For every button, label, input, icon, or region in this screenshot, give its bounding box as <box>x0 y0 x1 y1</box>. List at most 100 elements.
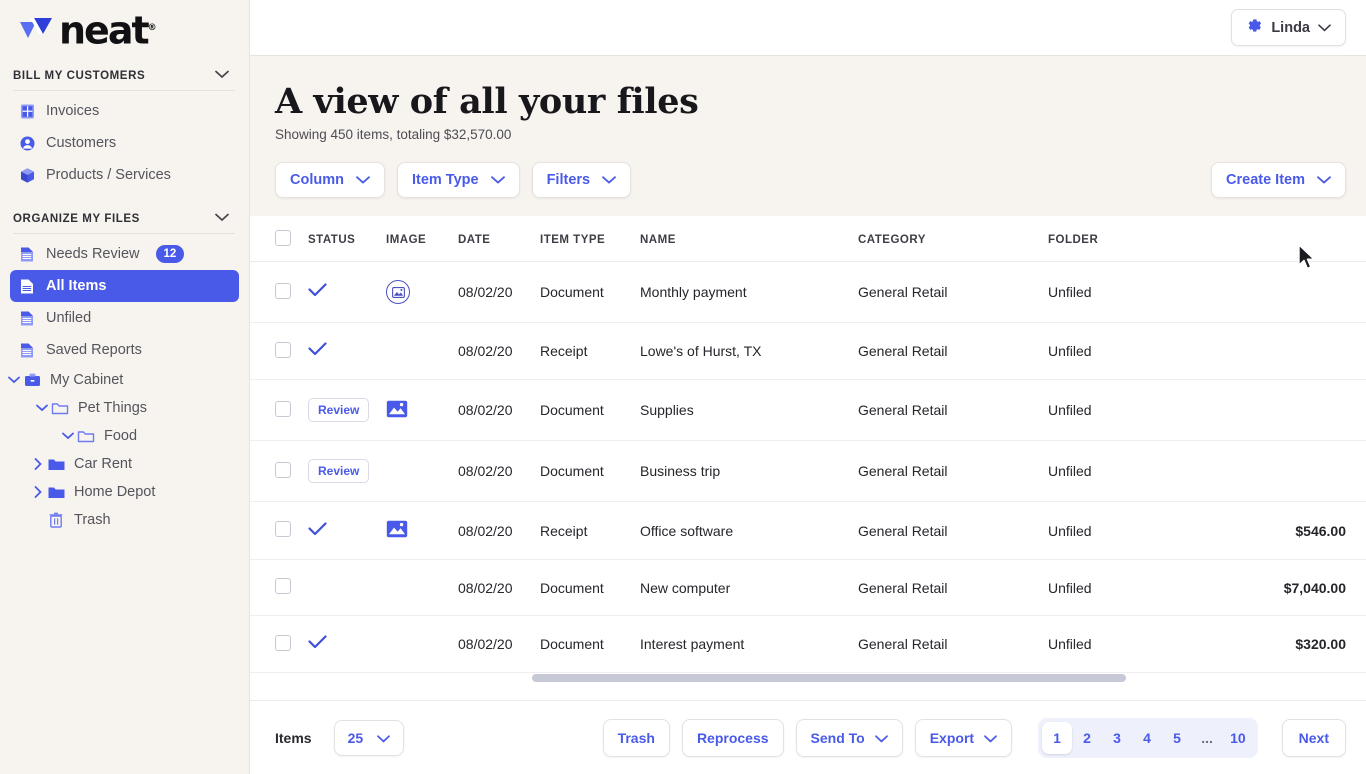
page-button-3[interactable]: 3 <box>1102 722 1132 754</box>
trash-button[interactable]: Trash <box>603 719 670 757</box>
sidebar-item-unfiled[interactable]: Unfiled <box>10 302 239 334</box>
sidebar-tree-pet-things[interactable]: Pet Things <box>0 394 249 422</box>
column-header-category[interactable]: CATEGORY <box>858 216 1048 262</box>
row-amount-cell: $7,040.00 <box>1208 560 1366 616</box>
page-button-1[interactable]: 1 <box>1042 722 1072 754</box>
sidebar-item-invoices[interactable]: Invoices <box>10 95 239 127</box>
row-name-cell[interactable]: Supplies <box>640 380 858 441</box>
row-checkbox[interactable] <box>275 635 291 651</box>
app-root: neat® BILL MY CUSTOMERS Invoices Custome… <box>0 0 1366 774</box>
sidebar-tree-car-rent[interactable]: Car Rent <box>0 450 249 478</box>
table-row[interactable]: 08/02/20 Document Interest payment Gener… <box>250 616 1366 673</box>
sidebar-item-all-items[interactable]: All Items <box>10 270 239 302</box>
row-checkbox[interactable] <box>275 521 291 537</box>
sidebar-divider <box>13 90 235 91</box>
row-item-type-cell: Document <box>540 380 640 441</box>
chevron-down-icon[interactable] <box>6 376 22 384</box>
check-icon <box>308 634 327 653</box>
table-row[interactable]: Review 08/02/20 Document Supplies Genera… <box>250 380 1366 441</box>
row-select-cell <box>250 441 308 502</box>
next-page-button[interactable]: Next <box>1282 719 1346 757</box>
table-row[interactable]: Review 08/02/20 Document Business trip G… <box>250 441 1366 502</box>
table-row[interactable]: 08/02/20 Document New computer General R… <box>250 560 1366 616</box>
column-header-image[interactable]: IMAGE <box>386 216 458 262</box>
row-date-cell: 08/02/20 <box>458 616 540 673</box>
chevron-down-icon[interactable] <box>60 432 76 440</box>
sidebar-item-needs-review[interactable]: Needs Review 12 <box>10 238 239 270</box>
send-to-button[interactable]: Send To <box>796 719 903 757</box>
section-header-bill-my-customers[interactable]: BILL MY CUSTOMERS <box>0 56 249 88</box>
sidebar-item-label: Saved Reports <box>46 342 142 358</box>
row-checkbox[interactable] <box>275 342 291 358</box>
sidebar-tree-trash[interactable]: Trash <box>0 506 249 534</box>
sidebar-item-saved-reports[interactable]: Saved Reports <box>10 334 239 366</box>
column-header-name[interactable]: NAME <box>640 216 858 262</box>
row-checkbox[interactable] <box>275 401 291 417</box>
item-type-dropdown-button[interactable]: Item Type <box>397 162 520 198</box>
row-name-cell[interactable]: Monthly payment <box>640 262 858 323</box>
chevron-right-icon[interactable] <box>30 458 46 470</box>
page-size-select[interactable]: 25 <box>334 720 405 756</box>
chevron-down-icon[interactable] <box>215 213 229 225</box>
column-header-amount[interactable] <box>1208 216 1366 262</box>
column-header-status[interactable]: STATUS <box>308 216 386 262</box>
sidebar-tree-label: Trash <box>74 512 111 528</box>
sidebar-tree-food[interactable]: Food <box>0 422 249 450</box>
footer-bar: Items 25 Trash Reprocess Send To <box>250 700 1366 774</box>
row-name-cell[interactable]: New computer <box>640 560 858 616</box>
row-checkbox[interactable] <box>275 283 291 299</box>
column-dropdown-button[interactable]: Column <box>275 162 385 198</box>
select-all-checkbox[interactable] <box>275 230 291 246</box>
column-header-item-type[interactable]: ITEM TYPE <box>540 216 640 262</box>
picture-icon[interactable] <box>386 405 408 421</box>
chevron-down-icon[interactable] <box>1318 20 1331 36</box>
column-header-date[interactable]: DATE <box>458 216 540 262</box>
filters-dropdown-button[interactable]: Filters <box>532 162 632 198</box>
horizontal-scrollbar[interactable] <box>532 674 1126 682</box>
row-checkbox[interactable] <box>275 578 291 594</box>
row-date-cell: 08/02/20 <box>458 262 540 323</box>
row-checkbox[interactable] <box>275 462 291 478</box>
chevron-right-icon[interactable] <box>30 486 46 498</box>
chevron-down-icon[interactable] <box>215 70 229 82</box>
table-row[interactable]: 08/02/20 Receipt Lowe's of Hurst, TX Gen… <box>250 323 1366 380</box>
sidebar-item-products-services[interactable]: Products / Services <box>10 159 239 191</box>
reprocess-button-label: Reprocess <box>697 730 769 746</box>
section-header-organize-my-files[interactable]: ORGANIZE MY FILES <box>0 191 249 231</box>
chevron-down-icon[interactable] <box>34 404 50 412</box>
sidebar-tree-my-cabinet[interactable]: My Cabinet <box>0 366 249 394</box>
user-menu-button[interactable]: Linda <box>1231 9 1346 46</box>
sidebar-item-customers[interactable]: Customers <box>10 127 239 159</box>
row-folder-cell: Unfiled <box>1048 262 1208 323</box>
page-button-5[interactable]: 5 <box>1162 722 1192 754</box>
sidebar: neat® BILL MY CUSTOMERS Invoices Custome… <box>0 0 250 774</box>
page-button-2[interactable]: 2 <box>1072 722 1102 754</box>
export-button[interactable]: Export <box>915 719 1012 757</box>
row-date-cell: 08/02/20 <box>458 323 540 380</box>
sidebar-tree-home-depot[interactable]: Home Depot <box>0 478 249 506</box>
column-header-folder[interactable]: FOLDER <box>1048 216 1208 262</box>
reprocess-button[interactable]: Reprocess <box>682 719 784 757</box>
chevron-down-icon <box>875 730 888 746</box>
scrollbar-thumb[interactable] <box>532 674 1126 682</box>
create-item-button[interactable]: Create Item <box>1211 162 1346 198</box>
folder-open-icon <box>76 429 96 444</box>
page-button-4[interactable]: 4 <box>1132 722 1162 754</box>
row-amount-cell <box>1208 380 1366 441</box>
table-row[interactable]: 08/02/20 Document Monthly payment Genera… <box>250 262 1366 323</box>
row-name-cell[interactable]: Lowe's of Hurst, TX <box>640 323 858 380</box>
table-row[interactable]: 08/02/20 Receipt Office software General… <box>250 502 1366 560</box>
app-logo[interactable]: neat® <box>0 0 249 56</box>
create-item-label: Create Item <box>1226 172 1305 188</box>
status-badge[interactable]: Review <box>308 398 369 422</box>
page-button-10[interactable]: 10 <box>1222 722 1254 754</box>
row-name-cell[interactable]: Business trip <box>640 441 858 502</box>
row-name-cell[interactable]: Interest payment <box>640 616 858 673</box>
row-date-cell: 08/02/20 <box>458 441 540 502</box>
circle-image-icon[interactable] <box>386 280 410 304</box>
row-name-cell[interactable]: Office software <box>640 502 858 560</box>
folder-open-icon <box>50 401 70 416</box>
picture-icon[interactable] <box>386 525 408 541</box>
status-badge[interactable]: Review <box>308 459 369 483</box>
chevron-down-icon <box>491 172 505 188</box>
